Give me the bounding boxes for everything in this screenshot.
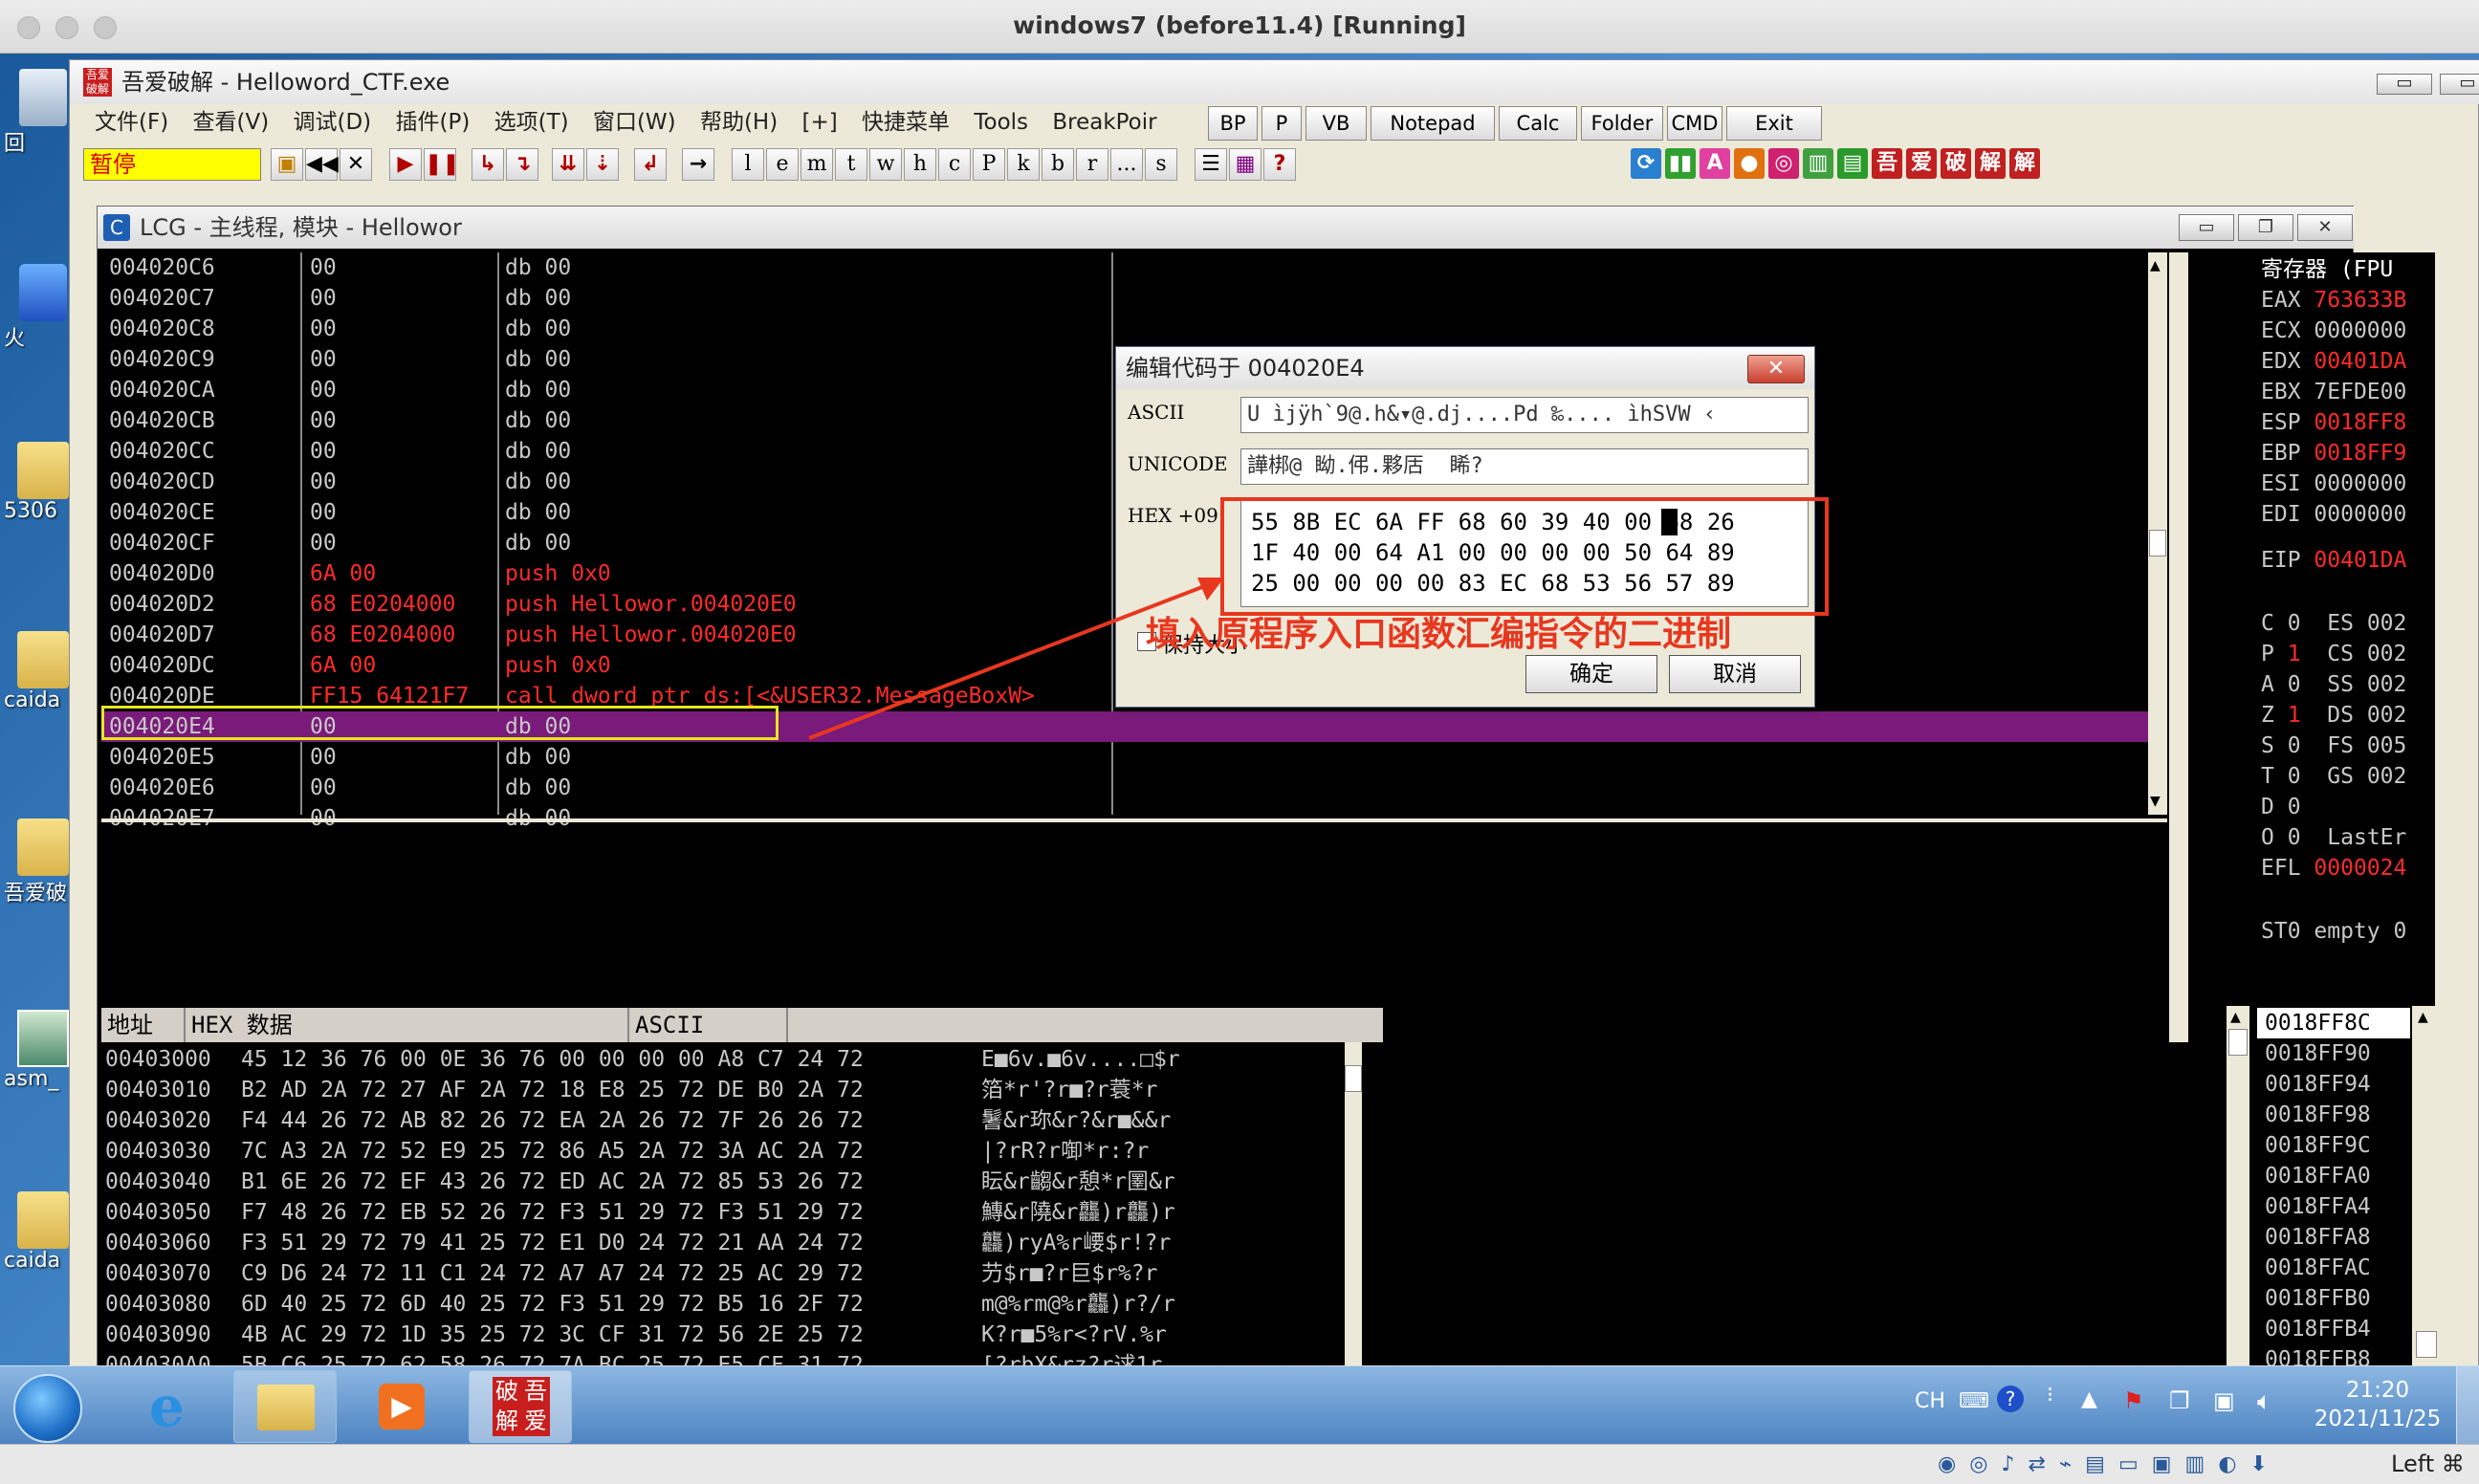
ie-taskbar-button[interactable]: e (128, 1370, 231, 1443)
cpu-icon[interactable]: ▥ (2185, 1452, 2205, 1476)
folder-icon (257, 1385, 315, 1430)
keyboard-icon[interactable]: ⌨ (1959, 1389, 1989, 1413)
network-warning-icon[interactable]: ⚑ (2123, 1387, 2144, 1414)
app-logo-icon: 破 吾 解 爱 (493, 1377, 550, 1436)
annotation-arrow (808, 578, 1224, 740)
clock[interactable]: 21:20 2021/11/25 (2301, 1376, 2454, 1433)
badge-char: 爱 (524, 1408, 547, 1434)
network-icon[interactable]: ⇄ (2028, 1452, 2045, 1476)
ie-icon: e (149, 1374, 185, 1439)
network-icon[interactable]: ▣ (2213, 1387, 2235, 1414)
explorer-taskbar-button[interactable] (233, 1370, 337, 1443)
shared-folder-icon[interactable]: ▤ (2085, 1452, 2105, 1476)
optical-icon[interactable]: ◎ (1969, 1452, 1987, 1476)
disk-icon[interactable]: ◉ (1938, 1452, 1956, 1476)
host-key: Left ⌘ (2391, 1451, 2465, 1477)
annotation-text: 填入原程序入口函数汇编指令的二进制 (1146, 615, 1732, 654)
taskbar: e ▶ 破 吾 解 爱 CH ⌨ ? ⁝ ▲ ⚑ ❐ ▣ 🔈︎ 21:20 20… (0, 1365, 2479, 1445)
badge-char: 破 (495, 1378, 518, 1405)
badge-char: 解 (495, 1408, 518, 1434)
vm-status-bar: ◉ ◎ ♪ ⇄ ⌁ ▤ ▭ ▣ ▥ ◐ ⬇ Left ⌘ (0, 1444, 2479, 1484)
start-button[interactable] (13, 1374, 82, 1443)
clock-date: 2021/11/25 (2314, 1407, 2442, 1431)
help-icon[interactable]: ? (1997, 1386, 2024, 1412)
badge-char: 吾 (524, 1378, 547, 1405)
ime-icon[interactable]: ⁝ (2047, 1384, 2053, 1408)
arrow-down-icon[interactable]: ⬇ (2250, 1452, 2268, 1476)
media-taskbar-button[interactable]: ▶ (350, 1370, 453, 1443)
language-indicator[interactable]: CH (1915, 1389, 1945, 1413)
display-icon[interactable]: ▭ (2118, 1452, 2139, 1476)
screen: windows7 (before11.4) [Running] 回 火 5306… (0, 0, 2479, 1484)
clock-time: 21:20 (2345, 1378, 2410, 1403)
clipboard-icon[interactable]: ❐ (2169, 1387, 2190, 1414)
52pojie-taskbar-button[interactable]: 破 吾 解 爱 (469, 1370, 572, 1443)
tray-expand-icon[interactable]: ▲ (2081, 1387, 2097, 1411)
audio-icon[interactable]: ♪ (2001, 1452, 2014, 1476)
show-desktop-button[interactable] (2456, 1366, 2479, 1445)
mouse-icon[interactable]: ◐ (2218, 1452, 2236, 1476)
recording-icon[interactable]: ▣ (2152, 1452, 2172, 1476)
usb-icon[interactable]: ⌁ (2059, 1452, 2072, 1476)
play-icon: ▶ (379, 1384, 425, 1429)
volume-icon[interactable]: 🔈︎ (2257, 1387, 2272, 1417)
